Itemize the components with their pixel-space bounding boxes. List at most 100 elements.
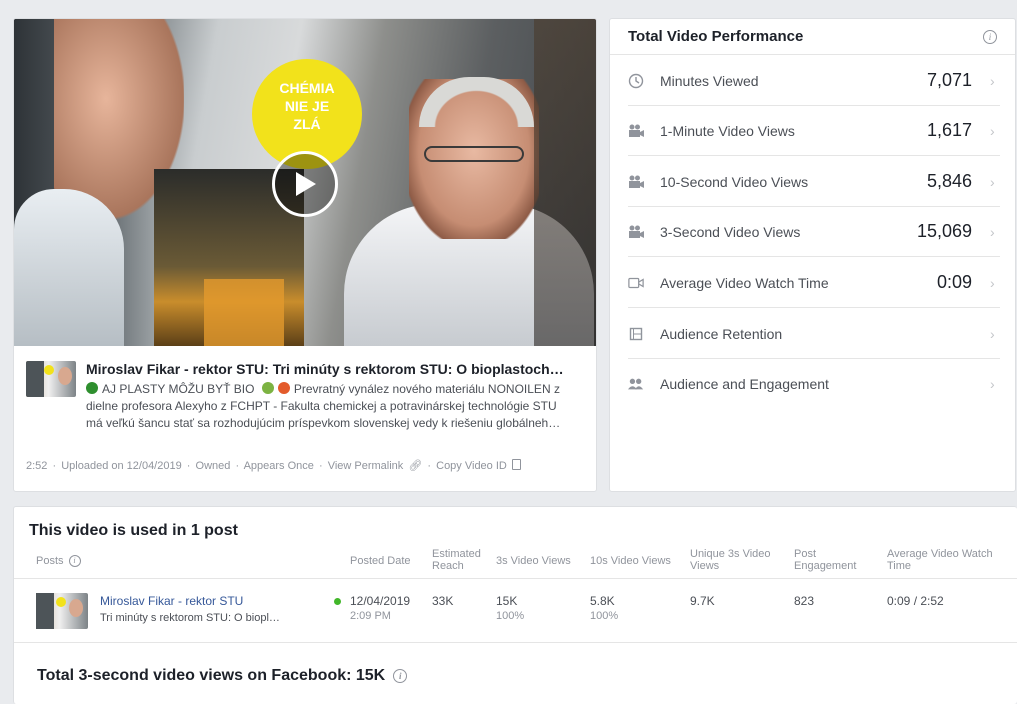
video-thumbnail[interactable] (26, 361, 76, 397)
metric-1-minute-views[interactable]: 1-Minute Video Views 1,617 › (628, 106, 1000, 156)
video-title[interactable]: Miroslav Fikar - rektor STU: Tri minúty … (86, 361, 591, 377)
table-row[interactable]: Miroslav Fikar - rektor STU Tri minúty s… (14, 579, 1017, 643)
scene-glasses (424, 146, 524, 162)
recycle-icon (86, 382, 98, 394)
total-3s-views: Total 3-second video views on Facebook: … (37, 667, 408, 685)
column-posted-date[interactable]: Posted Date (350, 555, 411, 567)
metric-value: 5,846 (926, 171, 972, 191)
video-player[interactable]: CHÉMIA NIE JE ZLÁ (14, 19, 596, 346)
post-date-cell: 12/04/2019 2:09 PM (350, 594, 410, 622)
metric-label: Audience Retention (660, 325, 783, 342)
post-thumbnail[interactable] (36, 593, 88, 629)
film-icon (628, 326, 644, 342)
chevron-right-icon: › (990, 173, 995, 190)
video-info: Miroslav Fikar - rektor STU: Tri minúty … (26, 359, 586, 449)
posts-card: This video is used in 1 post Posts i Pos… (13, 506, 1017, 704)
camera-icon (628, 224, 644, 240)
post-engagement: 823 (794, 594, 815, 608)
status-dot (334, 598, 341, 605)
desc-line3: má veľkú šancu stať sa rozhodujúcim prís… (86, 416, 561, 430)
info-icon[interactable]: i (983, 29, 997, 44)
sprout-icon (261, 382, 274, 394)
video-owned: Owned (195, 460, 231, 472)
view-permalink-link[interactable]: View Permalink (328, 460, 404, 472)
metric-label: 1-Minute Video Views (660, 122, 795, 139)
scene-machine-light (204, 279, 284, 346)
play-icon (296, 172, 316, 196)
video-uploaded: Uploaded on 12/04/2019 (61, 460, 182, 472)
metric-minutes-viewed[interactable]: Minutes Viewed 7,071 › (628, 56, 1000, 106)
video-performance-card: Total Video Performance i Minutes Viewed… (609, 18, 1016, 492)
posts-heading: This video is used in 1 post (29, 522, 238, 539)
metric-label: Audience and Engagement (660, 376, 829, 392)
copy-video-id-link[interactable]: Copy Video ID (436, 460, 507, 472)
metric-value: 7,071 (926, 70, 972, 90)
link-icon: 🔗︎ (408, 460, 423, 472)
video-duration: 2:52 (26, 460, 48, 472)
desc-line1: AJ PLASTY MÔŽU BYŤ BIO (102, 382, 255, 396)
meta-separator: · (235, 460, 240, 472)
performance-title: Total Video Performance (628, 28, 804, 45)
column-unique-3s-views[interactable]: Unique 3s Video Views (690, 548, 785, 572)
play-button[interactable] (272, 151, 338, 217)
post-3s-views-pct: 100% (496, 610, 525, 622)
video-card: CHÉMIA NIE JE ZLÁ Miroslav Fikar - rekto… (13, 18, 597, 492)
post-3s-views-cell: 15K 100% (496, 594, 524, 622)
metric-audience-engagement[interactable]: Audience and Engagement › (628, 359, 1000, 409)
video-description: AJ PLASTY MÔŽU BYŤ BIO Prevratný vynález… (86, 381, 591, 432)
desc-line1-rest: Prevratný vynález nového materiálu NONOI… (293, 382, 560, 396)
metric-label: 3-Second Video Views (660, 223, 801, 240)
metric-average-watch-time[interactable]: Average Video Watch Time 0:09 › (628, 258, 1000, 308)
chevron-right-icon: › (990, 122, 995, 139)
video-meta: 2:52 · Uploaded on 12/04/2019 · Owned · … (26, 459, 523, 472)
desc-line2: dielne profesora Alexyho z FCHPT - Fakul… (86, 399, 557, 413)
column-posts-label: Posts (36, 555, 64, 567)
people-icon (628, 376, 644, 392)
explosion-icon (277, 382, 290, 394)
copy-icon (511, 459, 521, 470)
meta-separator: · (52, 460, 57, 472)
metric-label: 10-Second Video Views (660, 173, 809, 190)
column-posts: Posts i (36, 555, 81, 567)
post-reach: 33K (432, 594, 454, 608)
metric-label: Average Video Watch Time (660, 274, 829, 291)
metric-audience-retention[interactable]: Audience Retention › (628, 309, 1000, 359)
metric-value: 0:09 (936, 272, 972, 292)
post-10s-views-cell: 5.8K 100% (590, 594, 618, 622)
post-date: 12/04/2019 (350, 594, 411, 608)
post-title-link[interactable]: Miroslav Fikar - rektor STU (100, 594, 243, 608)
metric-label: Minutes Viewed (660, 72, 759, 89)
info-icon[interactable]: i (393, 669, 408, 683)
meta-separator: · (427, 460, 432, 472)
badge-line-2: NIE JE (284, 98, 330, 114)
chevron-right-icon: › (990, 325, 995, 342)
column-post-engagement[interactable]: Post Engagement (794, 548, 869, 572)
metric-10-second-views[interactable]: 10-Second Video Views 5,846 › (628, 157, 1000, 207)
meta-separator: · (186, 460, 191, 472)
camera-icon (628, 174, 644, 190)
clock-icon (628, 73, 644, 89)
post-time: 2:09 PM (350, 610, 391, 622)
post-10s-views: 5.8K (590, 594, 615, 608)
column-estimated-reach[interactable]: Estimated Reach (432, 548, 490, 572)
metric-value: 1,617 (926, 120, 972, 140)
metric-value: 15,069 (916, 221, 972, 241)
column-3s-views[interactable]: 3s Video Views (496, 555, 571, 567)
metric-3-second-views[interactable]: 3-Second Video Views 15,069 › (628, 207, 1000, 257)
total-3s-views-label: Total 3-second video views on Facebook: … (37, 667, 386, 684)
post-10s-views-pct: 100% (590, 610, 619, 622)
performance-header: Total Video Performance i (610, 19, 1015, 55)
chevron-right-icon: › (990, 72, 995, 89)
column-average-watch-time[interactable]: Average Video Watch Time (887, 548, 1012, 572)
appears-once-link[interactable]: Appears Once (244, 460, 314, 472)
scene-right-wall (534, 19, 596, 346)
badge-line-3: ZLÁ (293, 116, 321, 132)
video-camera-icon (628, 275, 644, 291)
info-icon[interactable]: i (68, 555, 81, 567)
posts-table-header: Posts i Posted Date Estimated Reach 3s V… (14, 543, 1017, 579)
badge-line-1: CHÉMIA (279, 80, 335, 96)
column-10s-views[interactable]: 10s Video Views (590, 555, 671, 567)
post-subtitle: Tri minúty s rektorom STU: O biopl… (100, 612, 280, 624)
meta-separator: · (318, 460, 323, 472)
scene-shirt-left (14, 189, 124, 346)
